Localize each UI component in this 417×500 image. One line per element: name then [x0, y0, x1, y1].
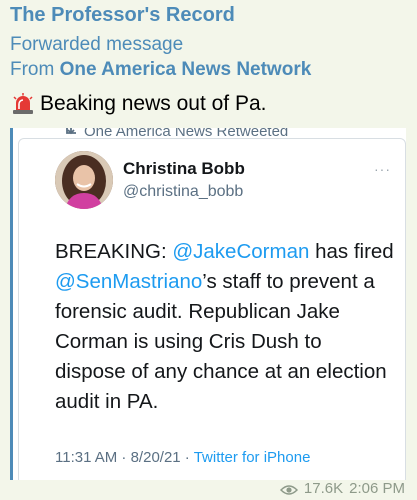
tweet-text: BREAKING: @JakeCorman has fired @SenMast… — [55, 237, 395, 417]
tweet-embed[interactable]: One America News Retweeted Christina Bob… — [10, 128, 406, 480]
tweet-meta: 11:31 AM · 8/20/21 · Twitter for iPhone — [55, 449, 310, 466]
author-name[interactable]: Christina Bobb — [123, 159, 245, 179]
tweet-source-link[interactable]: Twitter for iPhone — [194, 449, 311, 466]
forward-from: From One America News Network — [10, 59, 311, 81]
avatar[interactable] — [55, 151, 113, 209]
tweet-text-part: has fired — [309, 240, 394, 263]
more-icon[interactable]: ··· — [374, 161, 391, 177]
message-footer: 17.6K 2:06 PM — [279, 480, 405, 497]
mention-link[interactable]: @JakeCorman — [172, 240, 309, 263]
forward-label: Forwarded message — [10, 34, 184, 55]
forward-from-source-link[interactable]: One America News Network — [60, 59, 312, 80]
channel-name[interactable]: The Professor's Record — [10, 4, 235, 27]
forward-from-prefix: From — [10, 59, 55, 80]
headline: Beaking news out of Pa. — [12, 92, 266, 116]
siren-icon — [12, 93, 34, 115]
mention-link[interactable]: @SenMastriano — [55, 270, 202, 293]
eye-icon — [279, 483, 298, 495]
tweet-timestamp[interactable]: 11:31 AM · 8/20/21 · — [55, 449, 194, 466]
message-time: 2:06 PM — [349, 480, 405, 497]
author-handle[interactable]: @christina_bobb — [123, 183, 243, 201]
embed-accent-bar — [10, 128, 13, 480]
tweet-card[interactable]: Christina Bobb @christina_bobb ··· BREAK… — [18, 138, 406, 480]
view-count: 17.6K — [303, 480, 344, 497]
tweet-text-part: BREAKING: — [55, 240, 173, 263]
headline-text: Beaking news out of Pa. — [40, 92, 267, 115]
